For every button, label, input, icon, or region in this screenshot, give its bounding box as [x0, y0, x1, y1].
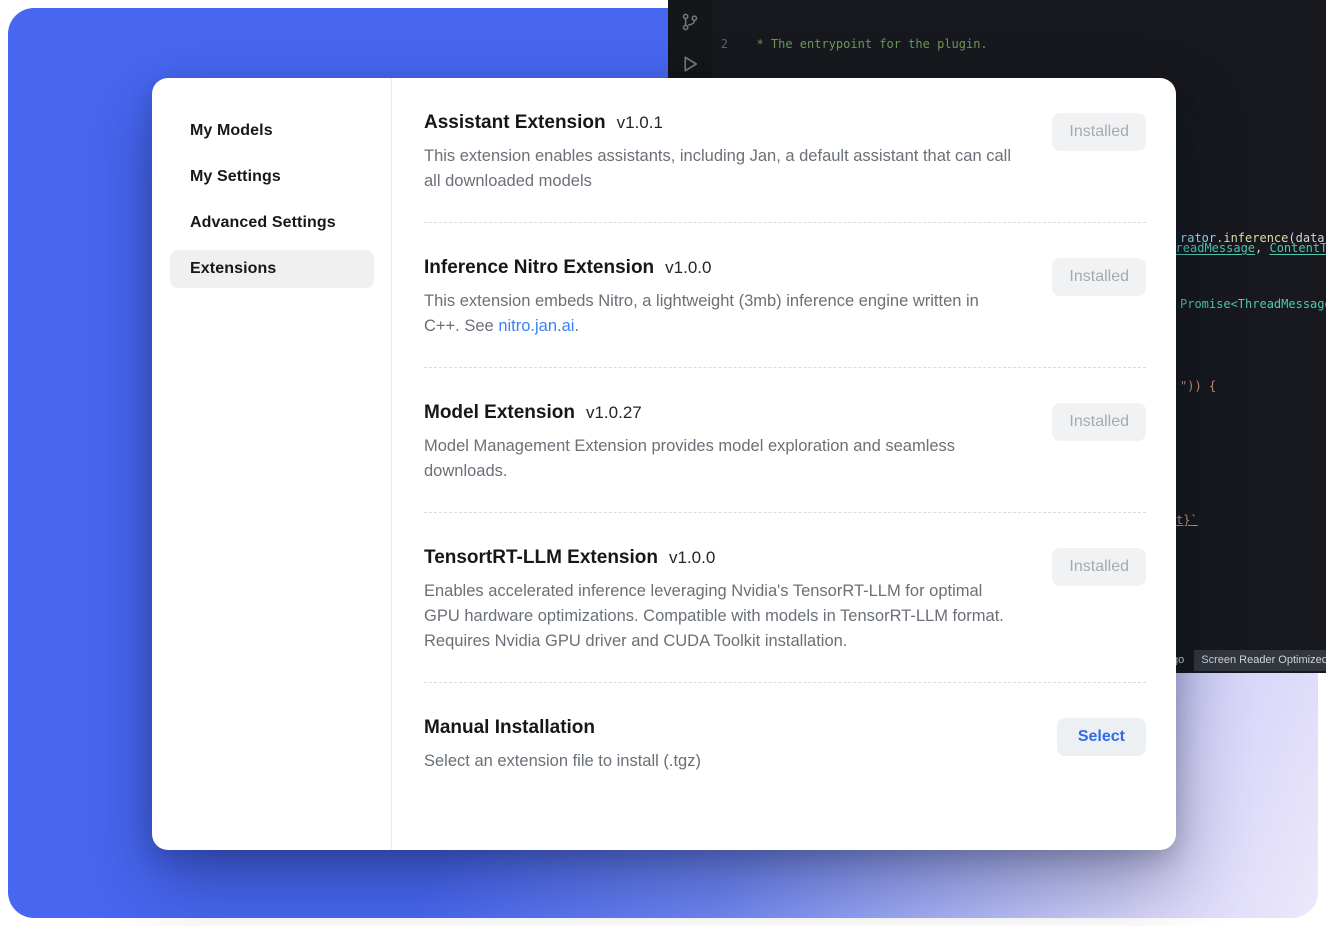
sidebar-item-my-settings[interactable]: My Settings: [170, 158, 374, 196]
editor-status-bar: go Screen Reader Optimized: [1172, 651, 1326, 669]
extensions-panel: Assistant Extension v1.0.1 This extensio…: [392, 78, 1176, 850]
installed-button[interactable]: Installed: [1052, 113, 1146, 151]
extension-row-tensorrt: TensortRT-LLM Extension v1.0.0 Enables a…: [424, 547, 1146, 654]
row-divider: [424, 222, 1146, 223]
sidebar-item-advanced-settings[interactable]: Advanced Settings: [170, 204, 374, 242]
extension-version: v1.0.0: [665, 258, 711, 278]
installed-button[interactable]: Installed: [1052, 258, 1146, 296]
run-debug-icon[interactable]: [680, 54, 700, 74]
extension-row-assistant: Assistant Extension v1.0.1 This extensio…: [424, 112, 1146, 194]
screen: 2 * The entrypoint for the plugin. 3 */ …: [0, 0, 1326, 926]
extension-version: v1.0.27: [586, 403, 642, 423]
sidebar-item-my-models[interactable]: My Models: [170, 112, 374, 150]
code-fragment: rator.inference(data));: [1180, 230, 1326, 247]
extension-description: Enables accelerated inference leveraging…: [424, 579, 1012, 654]
source-control-icon[interactable]: [680, 12, 700, 32]
extension-title-line: Manual Installation: [424, 717, 701, 739]
line-number: 2: [716, 36, 742, 53]
manual-installation-title: Manual Installation: [424, 717, 595, 739]
extension-title-line: Inference Nitro Extension v1.0.0: [424, 257, 1012, 279]
extension-version: v1.0.0: [669, 548, 715, 568]
extension-description: Model Management Extension provides mode…: [424, 434, 1012, 484]
manual-installation-row: Manual Installation Select an extension …: [424, 717, 1146, 774]
extension-row-model: Model Extension v1.0.27 Model Management…: [424, 402, 1146, 484]
extension-title: TensortRT-LLM Extension: [424, 547, 658, 569]
code-fragment: t}`: [1176, 512, 1198, 529]
code-fragment: Promise<ThreadMessage>: [1180, 296, 1326, 313]
description-text: .: [574, 317, 579, 335]
extension-title-line: Assistant Extension v1.0.1: [424, 112, 1012, 134]
row-divider: [424, 512, 1146, 513]
select-file-button[interactable]: Select: [1057, 718, 1146, 756]
installed-button[interactable]: Installed: [1052, 403, 1146, 441]
extension-version: v1.0.1: [617, 113, 663, 133]
extension-title-line: Model Extension v1.0.27: [424, 402, 1012, 424]
row-divider: [424, 682, 1146, 683]
extension-title: Model Extension: [424, 402, 575, 424]
extension-title: Assistant Extension: [424, 112, 606, 134]
installed-button[interactable]: Installed: [1052, 548, 1146, 586]
extension-row-nitro: Inference Nitro Extension v1.0.0 This ex…: [424, 257, 1146, 339]
extension-description: This extension enables assistants, inclu…: [424, 144, 1012, 194]
extension-title-line: TensortRT-LLM Extension v1.0.0: [424, 547, 1012, 569]
extension-description: This extension embeds Nitro, a lightweig…: [424, 289, 1012, 339]
settings-sidebar: My Models My Settings Advanced Settings …: [152, 78, 392, 850]
code-line: 2 * The entrypoint for the plugin.: [716, 36, 1326, 53]
row-divider: [424, 367, 1146, 368]
screen-reader-badge[interactable]: Screen Reader Optimized: [1194, 650, 1326, 671]
code-fragment: ")) {: [1180, 378, 1216, 395]
extension-title: Inference Nitro Extension: [424, 257, 654, 279]
code-comment: * The entrypoint for the plugin.: [742, 36, 988, 53]
sidebar-item-extensions[interactable]: Extensions: [170, 250, 374, 288]
nitro-jan-ai-link[interactable]: nitro.jan.ai: [498, 317, 574, 335]
manual-installation-description: Select an extension file to install (.tg…: [424, 749, 701, 774]
settings-modal: My Models My Settings Advanced Settings …: [152, 78, 1176, 850]
